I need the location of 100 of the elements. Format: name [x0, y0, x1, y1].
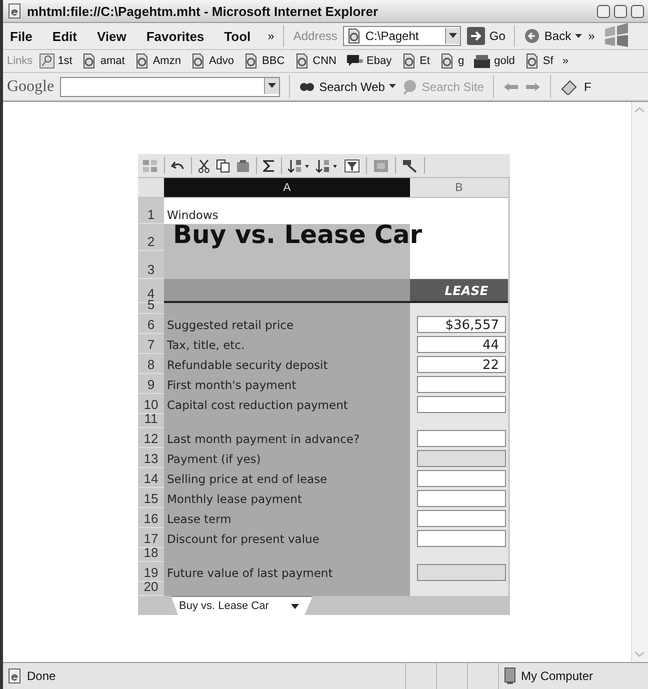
- row-number[interactable]: 10: [138, 394, 164, 414]
- sheet-cell[interactable]: [164, 303, 410, 314]
- sort-ascending-icon[interactable]: [288, 158, 310, 172]
- value-cell[interactable]: [417, 396, 506, 412]
- link-button[interactable]: BBC: [243, 53, 285, 69]
- previous-arrow-icon[interactable]: [502, 82, 519, 92]
- filter-icon[interactable]: [344, 158, 360, 172]
- sheet-cell[interactable]: [410, 562, 508, 582]
- sheet-cell[interactable]: 44: [410, 334, 508, 354]
- row-number[interactable]: 1: [138, 198, 164, 224]
- copy-icon[interactable]: [216, 158, 230, 172]
- link-button[interactable]: Amzn: [134, 53, 181, 69]
- maximize-button[interactable]: [614, 4, 627, 18]
- sheet-cell[interactable]: Future value of last payment: [164, 562, 410, 582]
- table-icon[interactable]: [373, 158, 389, 172]
- row-number[interactable]: 11: [138, 414, 164, 428]
- sheet-cell[interactable]: [410, 528, 508, 548]
- sheet-cell[interactable]: Refundable security deposit: [164, 354, 410, 374]
- column-header[interactable]: B: [410, 178, 508, 198]
- link-button[interactable]: amat: [81, 53, 125, 69]
- row-number[interactable]: 9: [138, 374, 164, 394]
- minimize-button[interactable]: [597, 4, 610, 18]
- link-button[interactable]: Advo: [190, 53, 234, 69]
- row-number[interactable]: 16: [138, 508, 164, 528]
- sheet-cell[interactable]: Payment (if yes): [164, 448, 410, 468]
- sheet-cell[interactable]: [410, 548, 508, 562]
- row-number[interactable]: 6: [138, 314, 164, 334]
- value-cell[interactable]: [417, 450, 506, 466]
- chevron-icon[interactable]: »: [588, 29, 595, 43]
- link-button[interactable]: Et: [400, 53, 430, 69]
- undo-icon[interactable]: [171, 160, 185, 172]
- row-number[interactable]: 12: [138, 428, 164, 448]
- sort-descending-icon[interactable]: [316, 158, 338, 172]
- toolbar-button[interactable]: F: [584, 80, 592, 94]
- sheet-cell[interactable]: Selling price at end of lease: [164, 468, 410, 488]
- sheet-cell[interactable]: [164, 251, 410, 279]
- close-button[interactable]: [631, 4, 644, 18]
- value-cell[interactable]: [417, 490, 506, 506]
- value-cell[interactable]: [417, 430, 506, 446]
- go-button[interactable]: Go: [467, 27, 506, 45]
- row-number[interactable]: 15: [138, 488, 164, 508]
- sheet-cell[interactable]: [410, 448, 508, 468]
- row-number[interactable]: 7: [138, 334, 164, 354]
- value-cell[interactable]: [417, 376, 506, 392]
- sheet-cell[interactable]: [410, 488, 508, 508]
- chevron-icon[interactable]: »: [268, 29, 274, 43]
- menu-item[interactable]: Edit: [49, 26, 80, 46]
- value-cell[interactable]: [417, 470, 506, 486]
- search-field[interactable]: [60, 76, 280, 96]
- row-number[interactable]: 20: [138, 582, 164, 596]
- row-number[interactable]: 2: [138, 224, 164, 251]
- sheet-cell[interactable]: [410, 414, 508, 428]
- link-button[interactable]: 1st: [38, 53, 72, 69]
- sheet-cell[interactable]: Discount for present value: [164, 528, 410, 548]
- sheet-cell[interactable]: LEASE: [410, 279, 508, 303]
- format-brush-icon[interactable]: [402, 158, 418, 172]
- row-number[interactable]: 18: [138, 548, 164, 562]
- sheet-cell[interactable]: [410, 468, 508, 488]
- sheet-cell[interactable]: [410, 582, 508, 596]
- sheet-cell[interactable]: $36,557: [410, 314, 508, 334]
- sheet-cell[interactable]: First month's payment: [164, 374, 410, 394]
- value-cell[interactable]: [417, 530, 506, 546]
- menu-item[interactable]: File: [7, 26, 36, 46]
- sheet-cell[interactable]: [410, 303, 508, 314]
- value-cell[interactable]: [417, 564, 506, 580]
- sheet-cell[interactable]: Last month payment in advance?: [164, 428, 410, 448]
- sheet-cell[interactable]: 22: [410, 354, 508, 374]
- row-number[interactable]: 14: [138, 468, 164, 488]
- next-arrow-icon[interactable]: [524, 82, 541, 92]
- value-cell[interactable]: [417, 510, 506, 526]
- value-cell[interactable]: 44: [417, 336, 506, 352]
- back-button[interactable]: Back: [524, 28, 582, 44]
- sheet-cell[interactable]: [410, 428, 508, 448]
- chevron-icon[interactable]: »: [562, 55, 568, 67]
- link-button[interactable]: Ebay: [346, 53, 392, 69]
- row-number[interactable]: 17: [138, 528, 164, 548]
- row-number[interactable]: 19: [138, 562, 164, 582]
- search-web-button[interactable]: Search Web: [299, 80, 396, 94]
- sheet-cell[interactable]: Suggested retail price: [164, 314, 410, 334]
- menu-item[interactable]: Favorites: [143, 26, 208, 46]
- row-number[interactable]: 3: [138, 251, 164, 279]
- sheet-tab[interactable]: Buy vs. Lease Car: [171, 596, 313, 615]
- column-header[interactable]: A: [164, 178, 410, 198]
- row-number[interactable]: 13: [138, 448, 164, 468]
- sheet-cell[interactable]: [410, 374, 508, 394]
- row-number[interactable]: 8: [138, 354, 164, 374]
- sheet-cell[interactable]: Monthly lease payment: [164, 488, 410, 508]
- sheet-cell[interactable]: [410, 394, 508, 414]
- value-cell[interactable]: 22: [417, 356, 506, 372]
- link-button[interactable]: gold: [473, 53, 515, 69]
- sheet-cell[interactable]: [164, 582, 410, 596]
- sheet-cell[interactable]: Capital cost reduction payment: [164, 394, 410, 414]
- sheet-cell[interactable]: [164, 279, 410, 303]
- cut-icon[interactable]: [198, 158, 210, 172]
- sheet-cell[interactable]: Lease term: [164, 508, 410, 528]
- link-button[interactable]: g: [439, 53, 464, 69]
- sheet-cell[interactable]: [410, 508, 508, 528]
- menu-item[interactable]: Tool: [221, 26, 254, 46]
- clipboard-icon[interactable]: [236, 158, 250, 172]
- menu-item[interactable]: View: [94, 26, 130, 46]
